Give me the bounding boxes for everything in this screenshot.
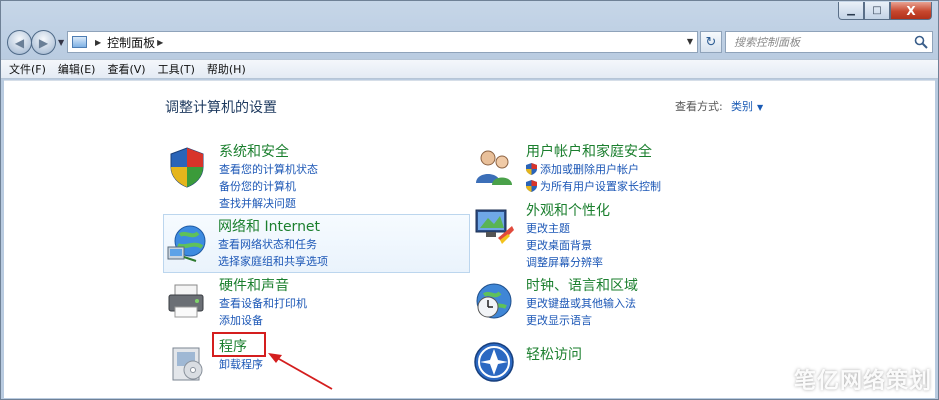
close-button[interactable]: X: [890, 2, 932, 20]
menu-bar: 文件(F) 编辑(E) 查看(V) 工具(T) 帮助(H): [1, 59, 938, 79]
uac-shield-icon: [526, 163, 537, 175]
category-ease-of-access: 轻松访问: [472, 336, 772, 382]
link-view-network-status[interactable]: 查看网络状态和任务: [218, 236, 328, 253]
breadcrumb-control-panel[interactable]: 控制面板: [107, 34, 155, 51]
ease-of-access-icon[interactable]: [472, 340, 516, 384]
menu-edit[interactable]: 编辑(E): [58, 61, 96, 77]
network-globe-icon[interactable]: [166, 221, 210, 265]
category-links: 查看设备和打印机 添加设备: [219, 295, 307, 329]
clock-globe-icon[interactable]: [472, 279, 516, 323]
link-change-keyboard[interactable]: 更改键盘或其他输入法: [526, 295, 636, 312]
address-dropdown-icon[interactable]: ▼: [687, 37, 693, 46]
category-user-accounts: 用户帐户和家庭安全 添加或删除用户帐户 为所有用户设置家长控制: [472, 141, 772, 195]
view-by-dropdown[interactable]: 类别 ▼: [731, 98, 763, 114]
menu-help[interactable]: 帮助(H): [207, 61, 246, 77]
link-add-device[interactable]: 添加设备: [219, 312, 307, 329]
category-network-internet: 网络和 Internet 查看网络状态和任务 选择家庭组和共享选项: [163, 214, 470, 273]
link-text: 添加或删除用户帐户: [540, 163, 639, 176]
navigation-bar: ◀ ▶ ▼ ▶ 控制面板 ▶ ▼ ↻ 搜索控制面板: [1, 27, 938, 57]
highlight-box: [212, 332, 266, 357]
link-text: 为所有用户设置家长控制: [540, 180, 661, 193]
printer-icon[interactable]: [165, 279, 209, 323]
category-title[interactable]: 外观和个性化: [526, 200, 610, 220]
recent-pages-dropdown[interactable]: ▼: [58, 38, 64, 47]
uac-shield-icon: [526, 180, 537, 192]
chevron-right-icon[interactable]: ▶: [95, 38, 101, 47]
control-panel-window: ▁ □ X ◀ ▶ ▼ ▶ 控制面板 ▶ ▼ ↻ 搜索控制面板 文件(F) 编辑…: [0, 0, 939, 400]
category-title[interactable]: 时钟、语言和区域: [526, 275, 638, 295]
shield-icon[interactable]: [165, 145, 209, 189]
category-hardware-sound: 硬件和声音 查看设备和打印机 添加设备: [165, 275, 465, 327]
link-change-language[interactable]: 更改显示语言: [526, 312, 636, 329]
category-title[interactable]: 硬件和声音: [219, 275, 289, 295]
page-title: 调整计算机的设置: [165, 100, 277, 116]
search-input[interactable]: 搜索控制面板: [725, 31, 933, 53]
view-by-label: 查看方式:: [675, 100, 723, 113]
link-add-remove-accounts[interactable]: 添加或删除用户帐户: [526, 161, 661, 178]
address-bar[interactable]: ▶ 控制面板 ▶ ▼: [67, 31, 698, 53]
minimize-button[interactable]: ▁: [838, 2, 864, 20]
chevron-right-icon[interactable]: ▶: [157, 38, 163, 47]
category-title[interactable]: 用户帐户和家庭安全: [526, 141, 652, 161]
content-area: 调整计算机的设置 查看方式: 类别 ▼ 系统和安全 查看您的计算机状态 备份您的计…: [4, 80, 935, 398]
caption-buttons: ▁ □ X: [838, 2, 932, 20]
link-devices-printers[interactable]: 查看设备和打印机: [219, 295, 307, 312]
watermark-text: 笔亿网络策划: [793, 369, 932, 394]
link-homegroup-sharing[interactable]: 选择家庭组和共享选项: [218, 253, 328, 270]
category-title[interactable]: 轻松访问: [526, 344, 582, 364]
maximize-button[interactable]: □: [864, 2, 890, 20]
category-links: 查看您的计算机状态 备份您的计算机 查找并解决问题: [219, 161, 318, 212]
link-screen-resolution[interactable]: 调整屏幕分辨率: [526, 254, 603, 271]
forward-button[interactable]: ▶: [31, 30, 56, 55]
users-icon[interactable]: [472, 145, 516, 189]
control-panel-icon: [72, 36, 87, 48]
menu-view[interactable]: 查看(V): [107, 61, 145, 77]
caret-down-icon: ▼: [757, 103, 764, 112]
category-appearance: 外观和个性化 更改主题 更改桌面背景 调整屏幕分辨率: [472, 200, 772, 271]
category-clock-language-region: 时钟、语言和区域 更改键盘或其他输入法 更改显示语言: [472, 275, 772, 327]
link-change-background[interactable]: 更改桌面背景: [526, 237, 603, 254]
programs-icon[interactable]: [165, 340, 209, 384]
category-links: 更改键盘或其他输入法 更改显示语言: [526, 295, 636, 329]
category-links: 添加或删除用户帐户 为所有用户设置家长控制: [526, 161, 661, 195]
menu-file[interactable]: 文件(F): [9, 61, 46, 77]
link-backup-computer[interactable]: 备份您的计算机: [219, 178, 318, 195]
category-title[interactable]: 系统和安全: [219, 141, 289, 161]
link-change-theme[interactable]: 更改主题: [526, 220, 603, 237]
category-links: 更改主题 更改桌面背景 调整屏幕分辨率: [526, 220, 603, 271]
refresh-button[interactable]: ↻: [700, 31, 722, 53]
title-bar: ▁ □ X: [1, 1, 938, 27]
arrow-left-icon: ◀: [14, 35, 25, 50]
search-icon[interactable]: [914, 35, 928, 49]
category-links: 卸载程序: [219, 356, 263, 373]
search-placeholder: 搜索控制面板: [734, 36, 800, 49]
category-links: 查看网络状态和任务 选择家庭组和共享选项: [218, 236, 328, 270]
link-troubleshoot[interactable]: 查找并解决问题: [219, 195, 318, 212]
arrow-right-icon: ▶: [38, 35, 49, 50]
monitor-icon[interactable]: [472, 204, 516, 248]
link-parental-controls[interactable]: 为所有用户设置家长控制: [526, 178, 661, 195]
annotation-arrow: [268, 353, 333, 390]
link-view-computer-status[interactable]: 查看您的计算机状态: [219, 161, 318, 178]
back-button[interactable]: ◀: [7, 30, 32, 55]
menu-tools[interactable]: 工具(T): [158, 61, 195, 77]
category-title[interactable]: 网络和 Internet: [218, 216, 320, 236]
category-system-security: 系统和安全 查看您的计算机状态 备份您的计算机 查找并解决问题: [165, 141, 465, 210]
refresh-icon: ↻: [705, 34, 717, 50]
link-uninstall-program[interactable]: 卸载程序: [219, 356, 263, 373]
view-by-value: 类别: [731, 100, 753, 113]
